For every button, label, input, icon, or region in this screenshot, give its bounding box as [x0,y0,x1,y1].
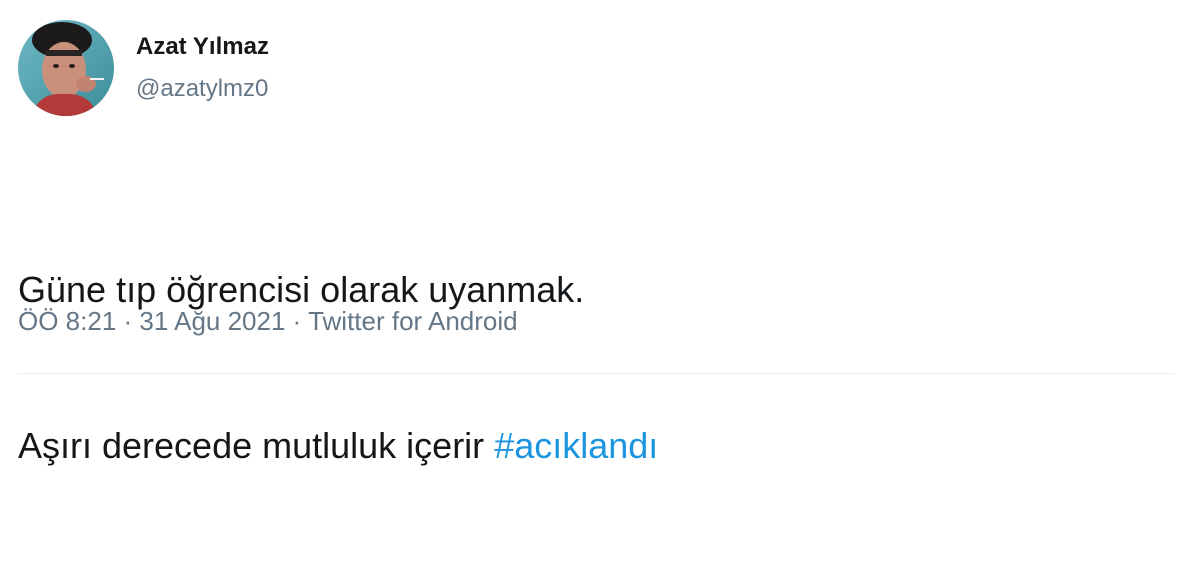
author-display-name[interactable]: Azat Yılmaz [136,31,269,63]
avatar[interactable] [18,20,114,116]
tweet-text: Güne tıp öğrencisi olarak uyanmak. Aşırı… [18,160,658,576]
tweet-author-header[interactable]: Azat Yılmaz @azatylmz0 [18,20,269,116]
author-handle[interactable]: @azatylmz0 [136,73,269,105]
meta-separator: · [285,306,309,336]
tweet-source[interactable]: Twitter for Android [308,306,518,336]
tweet-date[interactable]: 31 Ağu 2021 [139,306,285,336]
tweet-time[interactable]: ÖÖ 8:21 [18,306,116,336]
hashtag-link[interactable]: #acıklandı [494,425,658,466]
meta-separator: · [116,306,140,336]
tweet-metadata: ÖÖ 8:21 · 31 Ağu 2021 · Twitter for Andr… [18,304,518,338]
tweet-text-line-2: Aşırı derecede mutluluk içerir #acıkland… [18,420,658,472]
tweet-card: Azat Yılmaz @azatylmz0 Güne tıp öğrencis… [0,0,1200,466]
divider [18,373,1174,374]
tweet-text-line-2-prefix: Aşırı derecede mutluluk içerir [18,425,495,466]
avatar-image [18,20,114,116]
author-names: Azat Yılmaz @azatylmz0 [136,31,269,105]
